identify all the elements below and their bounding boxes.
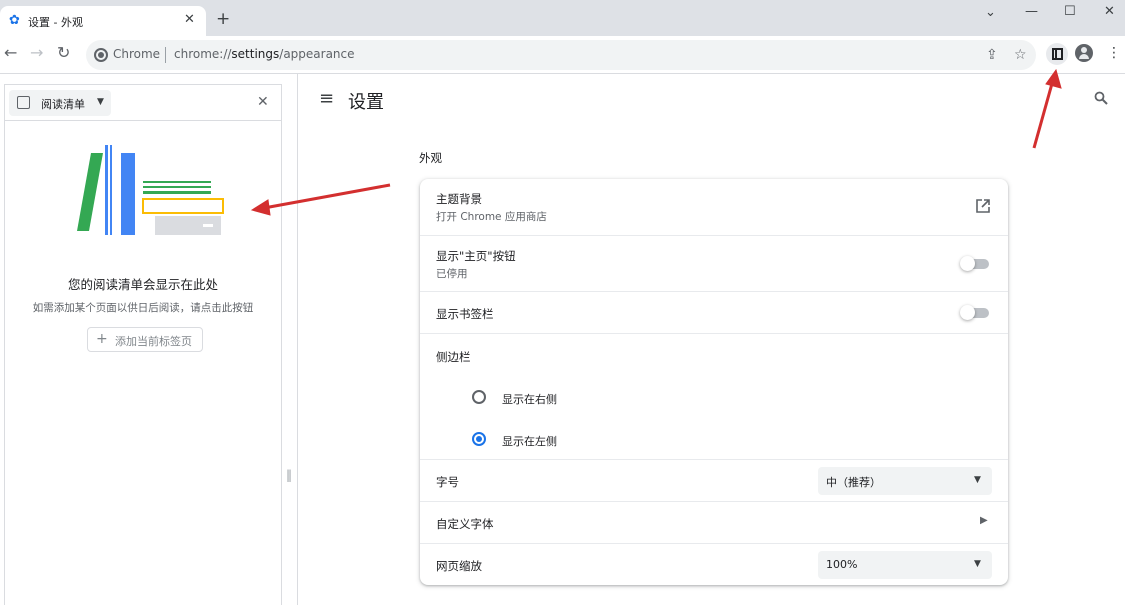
tab-settings[interactable]: ✿ 设置 - 外观 ✕ (0, 6, 206, 36)
font-size-select[interactable]: 中（推荐） ▼ (818, 467, 992, 495)
side-panel-label: 侧边栏 (436, 350, 471, 364)
illustration-line-2 (143, 186, 211, 188)
font-size-label: 字号 (436, 475, 459, 489)
page-title: 设置 (348, 92, 384, 113)
bookmarks-bar-toggle[interactable] (960, 305, 989, 320)
home-button-row[interactable]: 显示"主页"按钮 已停用 (420, 235, 1008, 291)
font-size-value: 中（推荐） (826, 476, 881, 489)
theme-label: 主题背景 (436, 192, 482, 206)
annotation-arrow-side-panel-button (1032, 68, 1062, 149)
side-panel-header: 阅读清单 ▼ ✕ (5, 85, 281, 121)
close-window-button[interactable]: ✕ (1104, 4, 1115, 19)
side-panel: 阅读清单 ▼ ✕ 您的阅读清单会显示在此处 如需添加某个页面以供日后阅读，请点击… (4, 84, 282, 605)
new-tab-button[interactable]: + (216, 11, 230, 28)
illustration-book-green (77, 153, 103, 231)
tab-strip: ✿ 设置 - 外观 ✕ + ⌄ — ☐ ✕ (0, 0, 1125, 36)
profile-avatar[interactable] (1075, 44, 1093, 62)
home-button-toggle[interactable] (960, 256, 989, 271)
section-title: 外观 (419, 151, 442, 165)
reading-list-icon (17, 96, 30, 109)
radio-show-left-label[interactable]: 显示在左侧 (502, 433, 557, 449)
add-current-tab-label: 添加当前标签页 (115, 335, 192, 348)
illustration-book-blue-thin (105, 145, 108, 235)
custom-fonts-label: 自定义字体 (436, 517, 494, 531)
side-panel-selector[interactable]: 阅读清单 ▼ (9, 90, 111, 116)
page-zoom-value: 100% (826, 558, 858, 571)
add-current-tab-button[interactable]: + 添加当前标签页 (87, 327, 203, 352)
side-panel-row: 侧边栏 显示在右侧 显示在左侧 (420, 333, 1008, 459)
illustration-book-blue-thin-2 (110, 145, 112, 235)
radio-show-right[interactable] (472, 390, 486, 404)
tab-close-icon[interactable]: ✕ (184, 12, 195, 27)
open-external-icon[interactable] (976, 199, 990, 213)
illustration-yellow-box (142, 198, 224, 214)
back-icon[interactable]: ← (4, 44, 17, 62)
illustration-line-1 (143, 181, 211, 183)
radio-show-left[interactable] (472, 432, 486, 446)
side-panel-button[interactable] (1046, 43, 1068, 65)
reading-list-empty-description: 如需添加某个页面以供日后阅读，请点击此按钮 (32, 302, 254, 314)
bookmarks-bar-row[interactable]: 显示书签栏 (420, 291, 1008, 333)
page-zoom-label: 网页缩放 (436, 559, 482, 573)
url-separator (165, 47, 166, 63)
side-panel-close-icon[interactable]: ✕ (257, 94, 269, 110)
chrome-page-icon[interactable] (94, 48, 108, 62)
side-panel-selector-label: 阅读清单 (41, 98, 85, 111)
toolbar: ← → ↻ Chrome chrome://settings/appearanc… (0, 36, 1125, 74)
reading-list-empty-title: 您的阅读清单会显示在此处 (67, 277, 218, 292)
caret-down-icon: ▼ (97, 97, 104, 107)
appearance-card: 主题背景 打开 Chrome 应用商店 显示"主页"按钮 已停用 显示书签栏 侧… (420, 179, 1008, 585)
bookmarks-bar-label: 显示书签栏 (436, 307, 494, 321)
chevron-right-icon: ▶ (980, 515, 988, 526)
tab-title: 设置 - 外观 (28, 16, 83, 29)
side-panel-icon (1052, 48, 1063, 60)
radio-show-right-label[interactable]: 显示在右侧 (502, 391, 557, 407)
reading-list-illustration (77, 145, 224, 235)
search-icon[interactable] (1094, 91, 1108, 105)
caret-down-icon: ▼ (974, 475, 981, 485)
illustration-line-3 (143, 191, 211, 194)
home-button-label: 显示"主页"按钮 (436, 249, 516, 263)
custom-fonts-row[interactable]: 自定义字体 ▶ (420, 501, 1008, 543)
menu-icon[interactable]: ≡ (319, 88, 334, 109)
gear-icon: ✿ (9, 13, 20, 28)
theme-sublabel: 打开 Chrome 应用商店 (436, 211, 547, 223)
maximize-button[interactable]: ☐ (1064, 4, 1076, 19)
caret-down-icon: ▼ (974, 559, 981, 569)
url-chip: Chrome (113, 47, 161, 61)
url-text: chrome://settings/appearance (174, 47, 355, 61)
toggle-knob (960, 256, 975, 271)
forward-icon[interactable]: → (30, 44, 43, 62)
reload-icon[interactable]: ↻ (57, 44, 70, 62)
minimize-button[interactable]: — (1025, 4, 1038, 19)
address-bar[interactable]: Chrome chrome://settings/appearance ⇪ ☆ (86, 40, 1036, 70)
plus-icon: + (96, 331, 108, 347)
toggle-knob (960, 305, 975, 320)
share-icon[interactable]: ⇪ (986, 47, 998, 63)
page-zoom-select[interactable]: 100% ▼ (818, 551, 992, 579)
home-button-sublabel: 已停用 (436, 268, 468, 280)
page-zoom-row: 网页缩放 100% ▼ (420, 543, 1008, 585)
illustration-gray-dash (203, 224, 213, 227)
side-panel-resize-handle[interactable]: || (286, 468, 292, 482)
more-menu-icon[interactable]: ⋮ (1107, 45, 1121, 61)
illustration-book-blue (121, 153, 135, 235)
font-size-row: 字号 中（推荐） ▼ (420, 459, 1008, 501)
theme-row[interactable]: 主题背景 打开 Chrome 应用商店 (420, 179, 1008, 235)
tab-search-icon[interactable]: ⌄ (985, 5, 996, 20)
settings-divider (297, 74, 298, 605)
bookmark-star-icon[interactable]: ☆ (1014, 47, 1027, 63)
